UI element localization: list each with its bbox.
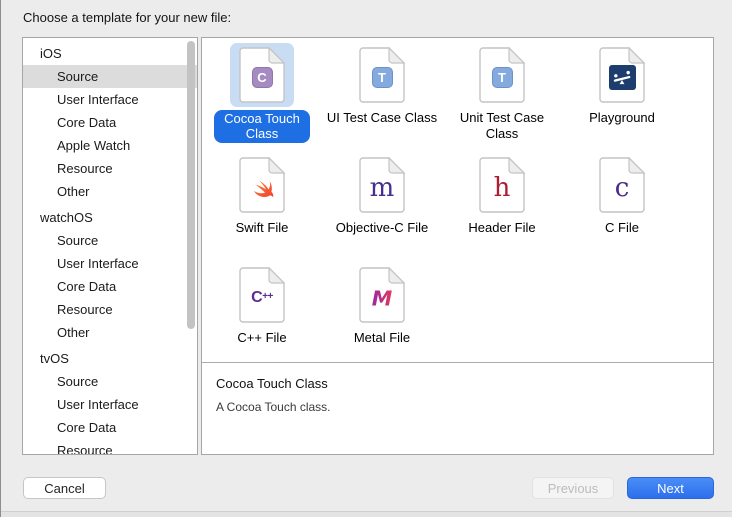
sidebar-item-watchos-other[interactable]: Other [23,321,197,344]
c-file-file-icon: c [599,157,645,213]
template-label-metal-file: Metal File [326,330,438,346]
cocoa-touch-class-icon-box: C [230,43,294,107]
dialog-title: Choose a template for your new file: [23,10,231,25]
sidebar-item-watchos-resource[interactable]: Resource [23,298,197,321]
header-file-icon-box: h [470,153,534,217]
h-serif-letter-icon: h [494,175,511,201]
template-description-text: A Cocoa Touch class. [216,400,699,414]
c-file-icon-box: c [590,153,654,217]
unit-test-case-class-icon-box: T [470,43,534,107]
metal-m-icon: M [369,285,395,311]
template-swift-file[interactable]: Swift File [202,153,322,263]
sidebar-item-watchos-user-interface[interactable]: User Interface [23,252,197,275]
cocoa-touch-class-file-icon: C [239,47,285,103]
metal-file-icon-box: M [350,263,414,327]
template-category-sidebar: iOSSourceUser InterfaceCore DataApple Wa… [22,37,198,455]
c-serif-letter-icon: c [615,175,630,201]
sidebar-item-ios-user-interface[interactable]: User Interface [23,88,197,111]
ui-test-case-class-icon-box: T [350,43,414,107]
template-label-unit-test-case-class: Unit Test Case Class [446,110,558,142]
t-letter-badge-icon: T [372,67,393,88]
next-button[interactable]: Next [627,477,714,499]
template-label-swift-file: Swift File [206,220,318,236]
ui-test-case-class-file-icon: T [359,47,405,103]
sidebar-item-watchos-core-data[interactable]: Core Data [23,275,197,298]
sidebar-group-ios: iOS [23,42,197,65]
sidebar-item-watchos-source[interactable]: Source [23,229,197,252]
previous-button[interactable]: Previous [532,477,614,499]
template-label-ui-test-case-class: UI Test Case Class [326,110,438,126]
sidebar-item-ios-apple-watch[interactable]: Apple Watch [23,134,197,157]
c-file-file-icon: C++ [239,267,285,323]
sidebar-group-tvos: tvOS [23,347,197,370]
template-playground[interactable]: Playground [562,43,682,153]
swift-bird-icon [249,175,275,201]
metal-file-file-icon: M [359,267,405,323]
t-letter-badge-icon: T [492,67,513,88]
sidebar-item-tvos-user-interface[interactable]: User Interface [23,393,197,416]
template-header-file[interactable]: h Header File [442,153,562,263]
template-description-title: Cocoa Touch Class [216,376,699,391]
objective-c-file-file-icon: m [359,157,405,213]
template-pane: C Cocoa Touch Class T UI Test Case Class T Un… [201,37,714,455]
swift-file-file-icon [239,157,285,213]
header-file-file-icon: h [479,157,525,213]
template-label-playground: Playground [566,110,678,126]
playground-seesaw-icon [609,65,636,90]
template-label-header-file: Header File [446,220,558,236]
template-label-objective-c-file: Objective-C File [326,220,438,236]
sidebar-item-tvos-core-data[interactable]: Core Data [23,416,197,439]
sidebar-item-tvos-source[interactable]: Source [23,370,197,393]
template-cocoa-touch-class[interactable]: C Cocoa Touch Class [202,43,322,153]
swift-file-icon-box [230,153,294,217]
sidebar-item-ios-resource[interactable]: Resource [23,157,197,180]
window-bottom-edge [1,511,732,517]
cpp-letters-icon: C++ [251,289,273,307]
template-objective-c-file[interactable]: m Objective-C File [322,153,442,263]
template-label-cocoa-touch-class: Cocoa Touch Class [214,110,310,143]
sidebar-item-ios-source[interactable]: Source [23,65,197,88]
m-serif-letter-icon: m [370,175,395,201]
objective-c-file-icon-box: m [350,153,414,217]
sidebar-item-ios-other[interactable]: Other [23,180,197,203]
template-c-file[interactable]: C++ C++ File [202,263,322,363]
template-ui-test-case-class[interactable]: T UI Test Case Class [322,43,442,153]
playground-file-icon [599,47,645,103]
sidebar-list: iOSSourceUser InterfaceCore DataApple Wa… [23,38,197,455]
template-grid: C Cocoa Touch Class T UI Test Case Class T Un… [202,38,713,363]
template-metal-file[interactable]: M Metal File [322,263,442,363]
cancel-button[interactable]: Cancel [23,477,106,499]
sidebar-item-tvos-resource[interactable]: Resource [23,439,197,455]
sidebar-item-ios-core-data[interactable]: Core Data [23,111,197,134]
c-file-icon-box: C++ [230,263,294,327]
template-c-file[interactable]: c C File [562,153,682,263]
sidebar-scrollbar[interactable] [187,41,195,329]
svg-text:M: M [372,286,393,310]
c-letter-badge-icon: C [252,67,273,88]
sidebar-group-watchos: watchOS [23,206,197,229]
template-description: Cocoa Touch Class A Cocoa Touch class. [202,364,713,454]
template-unit-test-case-class[interactable]: T Unit Test Case Class [442,43,562,153]
unit-test-case-class-file-icon: T [479,47,525,103]
template-label-c-file: C++ File [206,330,318,346]
template-label-c-file: C File [566,220,678,236]
playground-icon-box [590,43,654,107]
